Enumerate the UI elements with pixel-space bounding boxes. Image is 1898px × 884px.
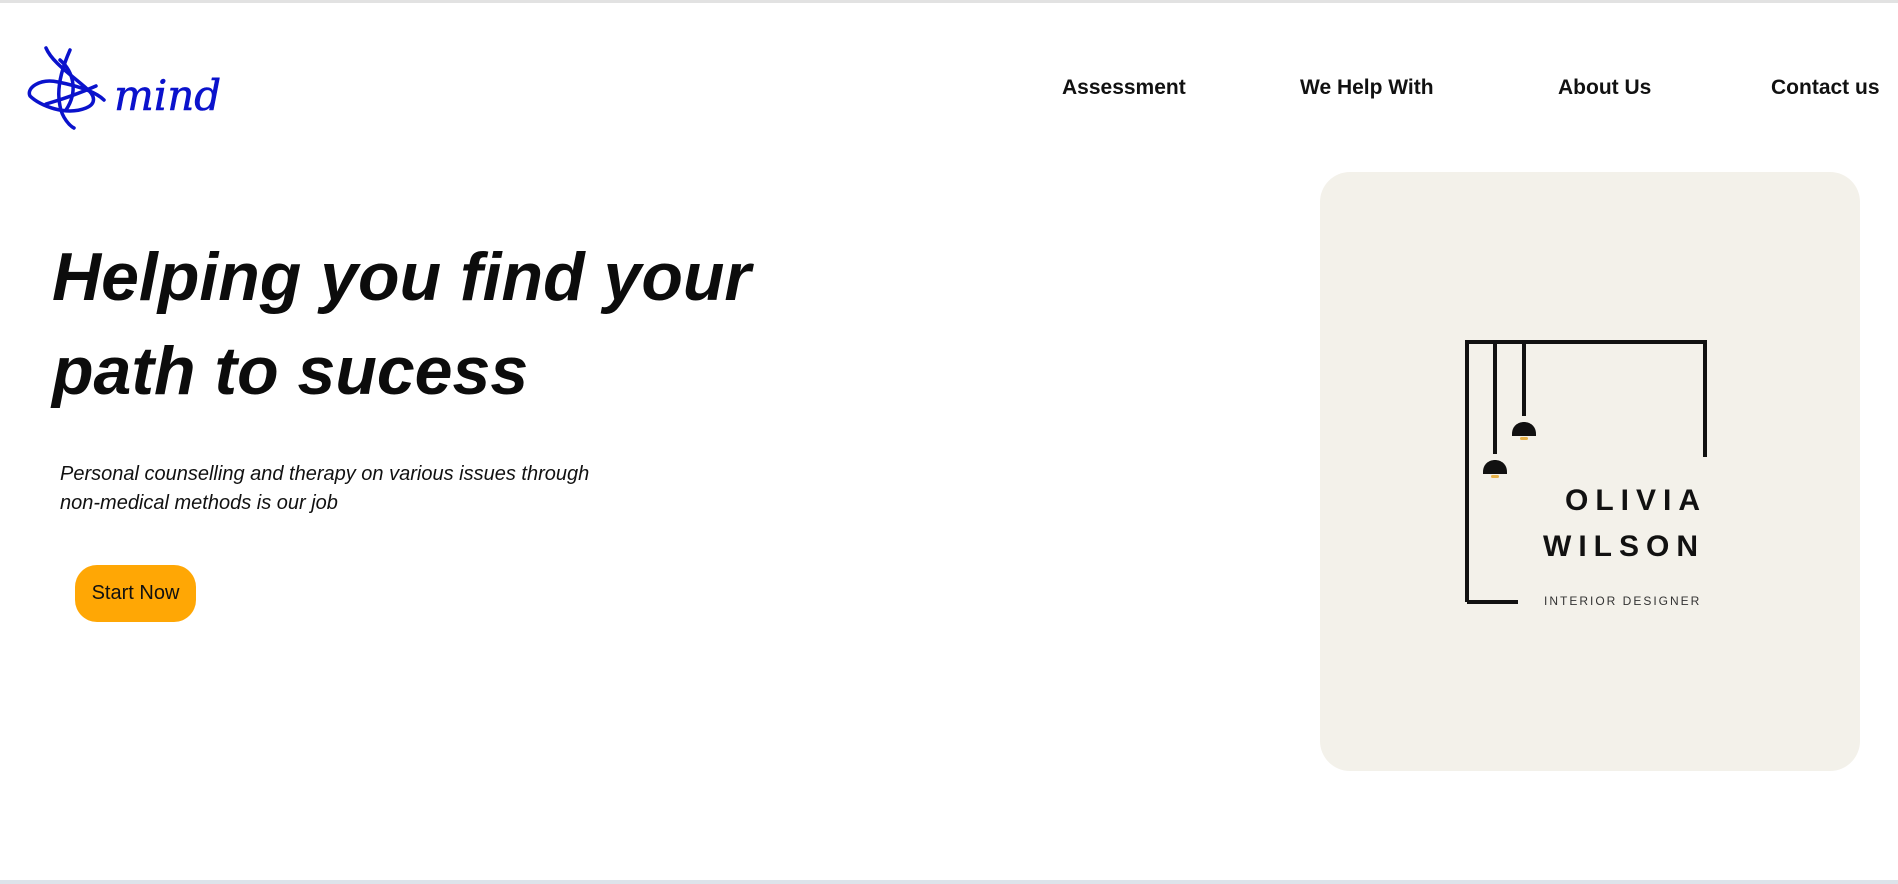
- lamp-frame-graphic: [1465, 340, 1707, 604]
- pendant-lamp-icons: [1483, 422, 1536, 474]
- pendant-lamp-2-icon: [1512, 422, 1536, 436]
- card-last-name: WILSON: [1543, 530, 1705, 563]
- landing-page: mind Assessment We Help With About Us Co…: [0, 0, 1898, 884]
- card-first-name: OLIVIA: [1565, 484, 1708, 517]
- hero-subtitle: Personal counselling and therapy on vari…: [60, 460, 660, 518]
- nav-contact-us[interactable]: Contact us: [1771, 76, 1880, 100]
- nav-assessment[interactable]: Assessment: [1062, 76, 1186, 100]
- hero-image-card: OLIVIA WILSON INTERIOR DESIGNER: [1320, 172, 1860, 771]
- hero-subtitle-line-2: non-medical methods is our job: [60, 492, 338, 514]
- window-top-border: [0, 0, 1898, 3]
- card-role: INTERIOR DESIGNER: [1544, 594, 1702, 608]
- hero-title-line-1: Helping you find your: [52, 239, 751, 315]
- start-now-button[interactable]: Start Now: [75, 565, 196, 622]
- hero-title: Helping you find your path to sucess: [52, 230, 772, 418]
- main-nav: Assessment We Help With About Us Contact…: [0, 76, 1898, 106]
- window-bottom-border: [0, 880, 1898, 884]
- hero-title-line-2: path to sucess: [52, 333, 529, 409]
- nav-we-help-with[interactable]: We Help With: [1300, 76, 1434, 100]
- nav-about-us[interactable]: About Us: [1558, 76, 1651, 100]
- hero-subtitle-line-1: Personal counselling and therapy on vari…: [60, 463, 590, 485]
- pendant-lamp-1-icon: [1483, 460, 1507, 474]
